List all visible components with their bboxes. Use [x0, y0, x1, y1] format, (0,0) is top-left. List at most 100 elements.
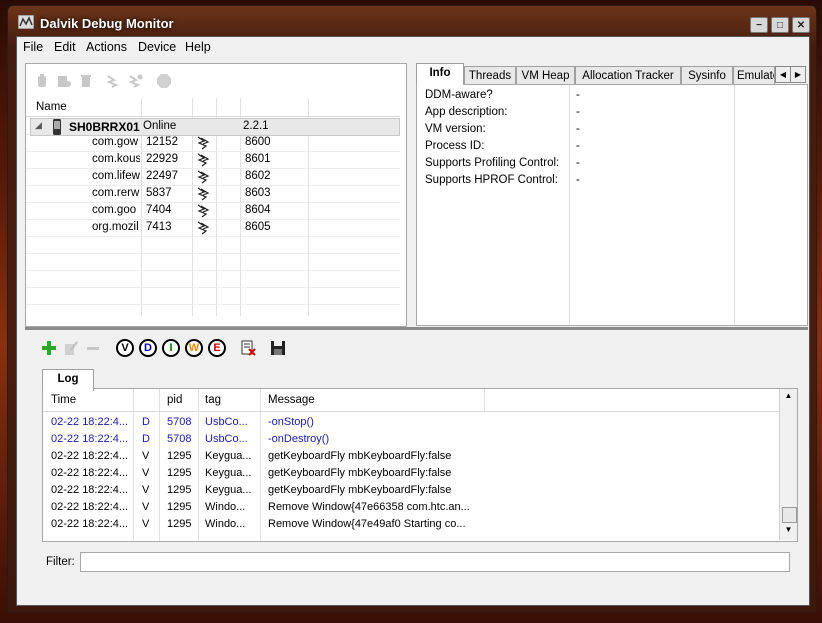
log-row[interactable]: 02-22 18:22:4... V 1295 Keygua... getKeyboar… [43, 466, 779, 482]
filter-input[interactable] [80, 552, 790, 572]
debugger-icon [197, 221, 210, 235]
scroll-down-icon[interactable]: ▼ [782, 525, 795, 537]
tab-threads[interactable]: Threads [464, 66, 516, 84]
tab-log[interactable]: Log [42, 369, 94, 391]
log-level: D [142, 416, 150, 428]
devices-panel: Name ◢ SH0BRRX01 Online 2.2.1 com.gow 121… [25, 63, 407, 327]
log-time: 02-22 18:22:4... [51, 450, 129, 462]
header-time: Time [51, 394, 77, 406]
close-button[interactable]: ✕ [792, 17, 810, 33]
process-port: 8603 [245, 187, 271, 199]
log-level: V [142, 484, 150, 496]
tab-vm-heap[interactable]: VM Heap [516, 66, 575, 84]
tab-scroll-left-icon[interactable]: ◀ [775, 66, 791, 83]
process-row[interactable]: com.rerw 5837 8603 [26, 186, 400, 202]
header-message: Message [268, 394, 315, 406]
filter-label: Filter: [46, 556, 75, 568]
log-message: getKeyboardFly mbKeyboardFly:false [268, 467, 452, 479]
edit-filter-icon[interactable] [63, 340, 79, 356]
log-level-debug-button[interactable]: D [139, 339, 157, 357]
log-level-verbose-button[interactable]: V [116, 339, 134, 357]
clear-log-icon[interactable] [240, 340, 256, 356]
info-label: Process ID: [425, 140, 485, 152]
scroll-thumb[interactable] [782, 507, 797, 523]
log-message: Remove Window{47e49af0 Starting co... [268, 518, 466, 530]
save-icon[interactable] [270, 340, 286, 356]
log-level-warn-button[interactable]: W [185, 339, 203, 357]
title-bar[interactable]: Dalvik Debug Monitor − □ ✕ [8, 6, 816, 36]
log-scrollbar[interactable]: ▲ ▼ [779, 389, 797, 540]
menu-edit[interactable]: Edit [54, 40, 76, 54]
maximize-button[interactable]: □ [771, 17, 789, 33]
info-value: - [576, 106, 580, 118]
trash-icon[interactable] [78, 73, 94, 89]
log-pid: 1295 [167, 467, 192, 479]
log-level: D [142, 433, 150, 445]
tab-sysinfo[interactable]: Sysinfo [681, 66, 733, 84]
info-value: - [576, 174, 580, 186]
tab-scroll-right-icon[interactable]: ▶ [790, 66, 806, 83]
log-row[interactable]: 02-22 18:22:4... V 1295 Keygua... getKeyboar… [43, 483, 779, 499]
log-time: 02-22 18:22:4... [51, 484, 129, 496]
log-row[interactable]: 02-22 18:22:4... V 1295 Windo... Remove Wind… [43, 500, 779, 516]
log-row[interactable]: 02-22 18:22:4... V 1295 Keygua... getKeyboar… [43, 449, 779, 465]
process-pid: 7413 [146, 221, 172, 233]
menu-help[interactable]: Help [185, 40, 211, 54]
log-pid: 1295 [167, 501, 192, 513]
process-row[interactable]: org.mozil 7413 8605 [26, 220, 400, 236]
process-port: 8601 [245, 153, 271, 165]
stop-process-icon[interactable] [156, 73, 172, 89]
process-name: com.kous [92, 153, 140, 165]
log-message: -onStop() [268, 416, 314, 428]
tab-emulator[interactable]: Emulatc [733, 66, 775, 84]
log-row[interactable]: 02-22 18:22:4... V 1295 Windo... Remove Wind… [43, 517, 779, 533]
process-port: 8604 [245, 204, 271, 216]
device-version: 2.2.1 [243, 120, 269, 132]
process-row[interactable]: com.lifew 22497 8602 [26, 169, 400, 185]
minimize-button[interactable]: − [750, 17, 768, 33]
log-pid: 1295 [167, 518, 192, 530]
update-heap-icon[interactable] [56, 73, 72, 89]
log-time: 02-22 18:22:4... [51, 433, 129, 445]
expand-arrow-icon[interactable]: ◢ [35, 120, 42, 131]
process-name: com.goo [92, 204, 137, 216]
log-tag: UsbCo... [205, 433, 248, 445]
tab-info[interactable]: Info [416, 63, 464, 85]
device-row[interactable]: ◢ SH0BRRX01 Online 2.2.1 [30, 118, 400, 136]
log-tag: Keygua... [205, 450, 252, 462]
log-pid: 1295 [167, 484, 192, 496]
log-row[interactable]: 02-22 18:22:4... D 5708 UsbCo... -onStop() [43, 415, 779, 431]
process-row[interactable]: com.goo 7404 8604 [26, 203, 400, 219]
main-window: Dalvik Debug Monitor − □ ✕ File Edit Act… [7, 5, 817, 613]
process-row[interactable]: com.kous 22929 8601 [26, 152, 400, 168]
debug-icon[interactable] [34, 73, 50, 89]
log-row[interactable]: 02-22 18:22:4... D 5708 UsbCo... -onDestroy(… [43, 432, 779, 448]
add-filter-icon[interactable] [41, 340, 57, 356]
process-pid: 12152 [146, 136, 178, 148]
remove-filter-icon[interactable] [85, 340, 101, 356]
log-pid: 1295 [167, 450, 192, 462]
info-table: DDM-aware? - App description: - VM version: -… [416, 84, 808, 326]
log-message: -onDestroy() [268, 433, 330, 445]
menu-actions[interactable]: Actions [86, 40, 127, 54]
menu-device[interactable]: Device [138, 40, 176, 54]
info-label: App description: [425, 106, 508, 118]
process-pid: 5837 [146, 187, 172, 199]
scroll-up-icon[interactable]: ▲ [782, 391, 795, 403]
info-label: VM version: [425, 123, 486, 135]
update-threads-icon[interactable] [106, 73, 122, 89]
log-level-error-button[interactable]: E [208, 339, 226, 357]
debugger-icon [197, 170, 210, 184]
log-level-info-button[interactable]: I [162, 339, 180, 357]
phone-icon [53, 119, 61, 135]
splitter[interactable] [25, 327, 808, 330]
info-value: - [576, 89, 580, 101]
window-title: Dalvik Debug Monitor [40, 16, 174, 31]
menu-file[interactable]: File [23, 40, 43, 54]
header-pid: pid [167, 394, 183, 406]
process-row[interactable]: com.gow 12152 8600 [26, 135, 400, 151]
debugger-icon [197, 136, 210, 150]
log-panel: Time pid tag Message 02-22 18:22:4... D 57… [42, 388, 798, 542]
tab-allocation-tracker[interactable]: Allocation Tracker [575, 66, 681, 84]
start-profiling-icon[interactable] [128, 73, 144, 89]
